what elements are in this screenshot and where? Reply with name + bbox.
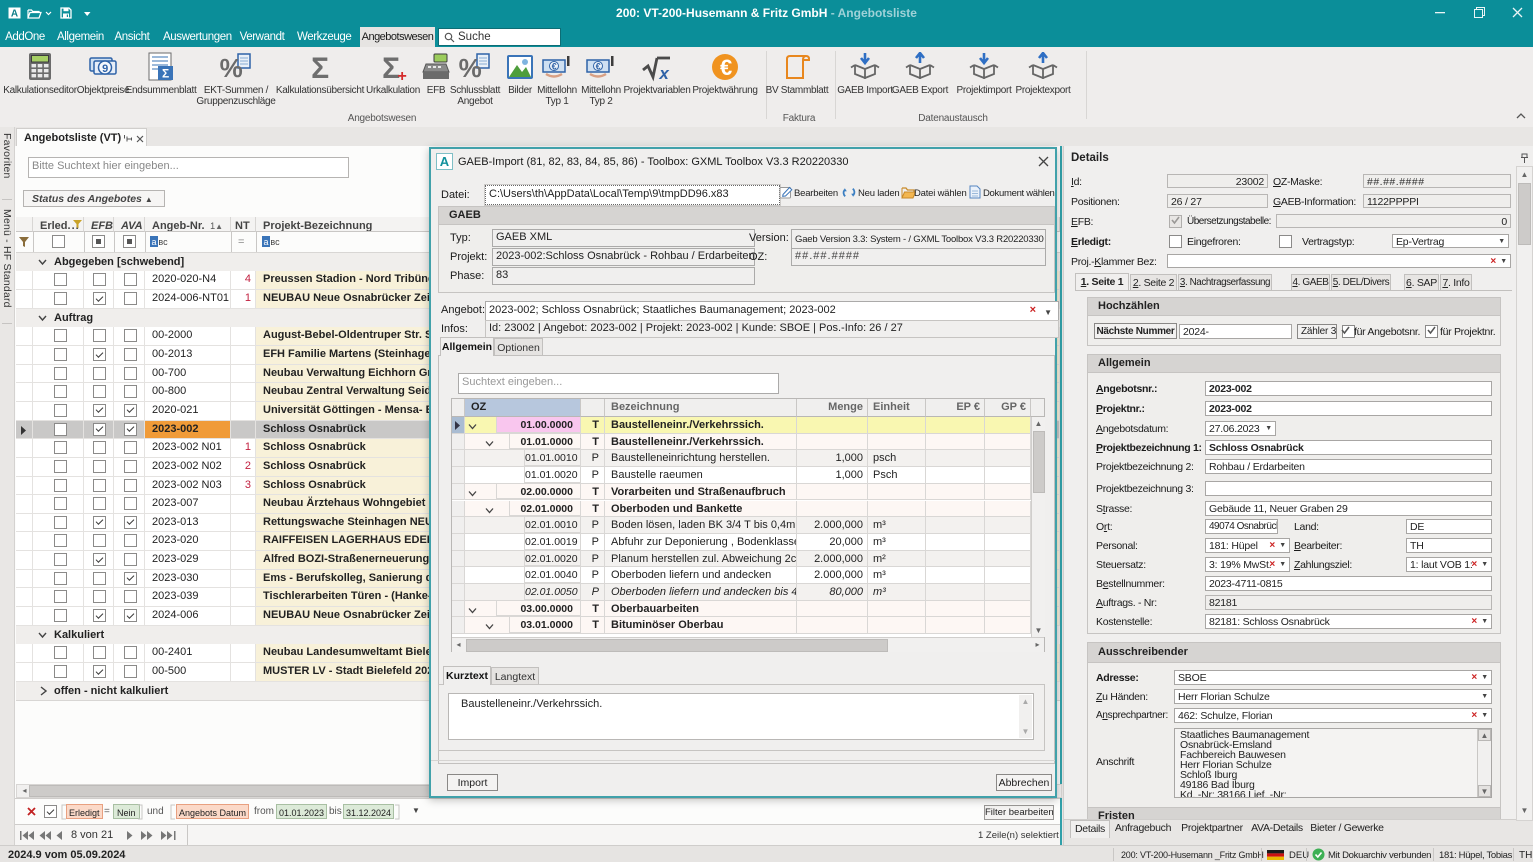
svg-text:x: x (658, 64, 670, 82)
svg-text:€: € (552, 62, 557, 72)
svg-text:ʙᴄ: ʙᴄ (158, 237, 168, 247)
svg-text:€: € (596, 62, 601, 72)
svg-text:9: 9 (102, 63, 108, 75)
svg-text:+: + (397, 68, 406, 82)
svg-text:a: a (151, 237, 156, 247)
svg-text:ʙᴄ: ʙᴄ (270, 237, 280, 247)
svg-text:€: € (720, 55, 732, 80)
svg-text:a: a (263, 237, 268, 247)
svg-text:Σ: Σ (311, 52, 329, 82)
svg-text:%: % (459, 53, 482, 82)
svg-text:%: % (220, 53, 243, 82)
svg-text:Σ: Σ (162, 67, 169, 81)
svg-text:A: A (440, 154, 450, 169)
